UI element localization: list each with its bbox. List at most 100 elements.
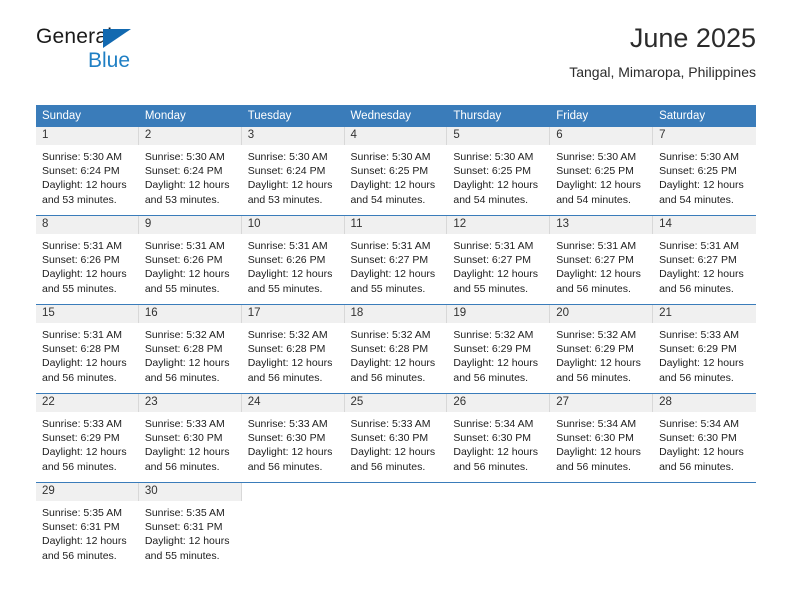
daylight-text-line1: Daylight: 12 hours <box>556 268 641 281</box>
calendar-day-cell[interactable]: 13 Sunrise: 5:31 AM Sunset: 6:27 PM Dayligh… <box>550 215 654 305</box>
weekday-header-wednesday: Wednesday <box>344 105 448 127</box>
daylight-text-line1: Daylight: 12 hours <box>453 446 539 459</box>
calendar-day-cell[interactable]: 20 Sunrise: 5:32 AM Sunset: 6:29 PM Dayligh… <box>550 304 654 394</box>
calendar-day-cell[interactable]: 2 Sunrise: 5:30 AM Sunset: 6:24 PM Daylight… <box>138 127 242 216</box>
sunrise-text: Sunrise: 5:35 AM <box>144 507 225 519</box>
calendar-day-cell[interactable]: 1 Sunrise: 5:30 AM Sunset: 6:24 PM Daylight… <box>36 127 139 216</box>
weekday-header-tuesday: Tuesday <box>241 105 345 127</box>
calendar-day-cell[interactable]: 11 Sunrise: 5:31 AM Sunset: 6:27 PM Dayligh… <box>344 215 448 305</box>
sunset-text: Sunset: 6:28 PM <box>247 343 326 356</box>
day-details: Sunrise: 5:31 AM Sunset: 6:27 PM Daylight:… <box>653 234 756 296</box>
calendar-day-cell[interactable]: 7 Sunrise: 5:30 AM Sunset: 6:25 PM Daylight… <box>653 127 756 216</box>
sunrise-text: Sunrise: 5:31 AM <box>144 240 225 252</box>
day-details: Sunrise: 5:30 AM Sunset: 6:25 PM Daylight:… <box>345 145 448 207</box>
calendar-day-cell[interactable]: 26 Sunrise: 5:34 AM Sunset: 6:30 PM Dayligh… <box>447 393 551 483</box>
calendar-day-cell[interactable]: 12 Sunrise: 5:31 AM Sunset: 6:27 PM Dayligh… <box>447 215 551 305</box>
day-number: 21 <box>653 305 756 323</box>
calendar-day-cell[interactable]: 15 Sunrise: 5:31 AM Sunset: 6:28 PM Dayligh… <box>36 304 139 394</box>
sunset-text: Sunset: 6:30 PM <box>453 432 532 445</box>
calendar-day-cell[interactable]: 23 Sunrise: 5:33 AM Sunset: 6:30 PM Dayligh… <box>138 393 242 483</box>
daylight-text-line1: Daylight: 12 hours <box>453 268 539 281</box>
calendar-day-cell[interactable]: 29 Sunrise: 5:35 AM Sunset: 6:31 PM Dayligh… <box>36 482 139 571</box>
calendar-day-cell[interactable]: 24 Sunrise: 5:33 AM Sunset: 6:30 PM Dayligh… <box>241 393 345 483</box>
day-details: Sunrise: 5:32 AM Sunset: 6:29 PM Daylight:… <box>447 323 550 385</box>
calendar-day-cell[interactable]: 14 Sunrise: 5:31 AM Sunset: 6:27 PM Dayligh… <box>653 215 756 305</box>
day-details: Sunrise: 5:34 AM Sunset: 6:30 PM Daylight:… <box>653 412 756 474</box>
daylight-text-line1: Daylight: 12 hours <box>659 357 744 370</box>
day-details: Sunrise: 5:33 AM Sunset: 6:30 PM Daylight:… <box>139 412 242 474</box>
sunrise-text: Sunrise: 5:33 AM <box>350 418 431 430</box>
sunset-text: Sunset: 6:29 PM <box>453 343 532 356</box>
day-number: 5 <box>447 127 551 145</box>
calendar-day-cell[interactable]: 18 Sunrise: 5:32 AM Sunset: 6:28 PM Dayligh… <box>344 304 448 394</box>
day-details: Sunrise: 5:31 AM Sunset: 6:26 PM Daylight:… <box>139 234 242 296</box>
calendar-day-cell[interactable]: 6 Sunrise: 5:30 AM Sunset: 6:25 PM Daylight… <box>550 127 654 216</box>
daylight-text-line1: Daylight: 12 hours <box>659 446 744 459</box>
day-number: 25 <box>344 394 448 412</box>
day-details: Sunrise: 5:33 AM Sunset: 6:30 PM Daylight:… <box>345 412 448 474</box>
day-number: 15 <box>36 305 139 323</box>
daylight-text-line2: and 56 minutes. <box>144 460 220 473</box>
calendar-day-cell[interactable]: 22 Sunrise: 5:33 AM Sunset: 6:29 PM Dayligh… <box>36 393 139 483</box>
day-number: 4 <box>344 127 448 145</box>
daylight-text-line1: Daylight: 12 hours <box>42 179 127 192</box>
daylight-text-line2: and 56 minutes. <box>453 371 529 384</box>
daylight-text-line2: and 56 minutes. <box>42 371 117 384</box>
day-number <box>653 483 756 501</box>
daylight-text-line2: and 55 minutes. <box>144 549 220 562</box>
day-details: Sunrise: 5:30 AM Sunset: 6:24 PM Daylight:… <box>242 145 345 207</box>
general-blue-logo[interactable]: General Blue <box>36 26 156 82</box>
calendar-day-cell[interactable]: 27 Sunrise: 5:34 AM Sunset: 6:30 PM Dayligh… <box>550 393 654 483</box>
calendar-day-cell[interactable]: 21 Sunrise: 5:33 AM Sunset: 6:29 PM Dayligh… <box>653 304 756 394</box>
calendar-day-cell[interactable]: 28 Sunrise: 5:34 AM Sunset: 6:30 PM Dayligh… <box>653 393 756 483</box>
daylight-text-line1: Daylight: 12 hours <box>144 268 230 281</box>
day-number: 10 <box>241 216 345 234</box>
day-number: 12 <box>447 216 551 234</box>
daylight-text-line1: Daylight: 12 hours <box>42 446 127 459</box>
daylight-text-line2: and 56 minutes. <box>556 371 631 384</box>
day-details: Sunrise: 5:30 AM Sunset: 6:24 PM Daylight:… <box>139 145 242 207</box>
triangle-icon <box>103 29 131 48</box>
calendar-day-cell[interactable]: 17 Sunrise: 5:32 AM Sunset: 6:28 PM Dayligh… <box>241 304 345 394</box>
sunset-text: Sunset: 6:24 PM <box>247 165 326 178</box>
calendar-day-cell[interactable]: 4 Sunrise: 5:30 AM Sunset: 6:25 PM Daylight… <box>344 127 448 216</box>
daylight-text-line1: Daylight: 12 hours <box>42 535 127 548</box>
calendar-day-cell[interactable]: 25 Sunrise: 5:33 AM Sunset: 6:30 PM Dayligh… <box>344 393 448 483</box>
calendar-day-cell[interactable]: 8 Sunrise: 5:31 AM Sunset: 6:26 PM Daylight… <box>36 215 139 305</box>
daylight-text-line1: Daylight: 12 hours <box>247 357 333 370</box>
daylight-text-line2: and 53 minutes. <box>144 193 220 206</box>
day-number: 26 <box>447 394 551 412</box>
sunset-text: Sunset: 6:28 PM <box>144 343 223 356</box>
calendar-day-cell[interactable]: 3 Sunrise: 5:30 AM Sunset: 6:24 PM Daylight… <box>241 127 345 216</box>
calendar-week-row: 22 Sunrise: 5:33 AM Sunset: 6:29 PM Dayligh… <box>36 393 756 483</box>
day-details: Sunrise: 5:32 AM Sunset: 6:28 PM Daylight:… <box>139 323 242 385</box>
day-details: Sunrise: 5:30 AM Sunset: 6:24 PM Daylight:… <box>36 145 139 207</box>
day-number <box>447 483 550 501</box>
sunrise-text: Sunrise: 5:35 AM <box>42 507 122 519</box>
calendar-day-cell[interactable]: 10 Sunrise: 5:31 AM Sunset: 6:26 PM Dayligh… <box>241 215 345 305</box>
calendar-day-cell[interactable]: 30 Sunrise: 5:35 AM Sunset: 6:31 PM Dayligh… <box>138 482 242 571</box>
calendar-day-cell[interactable]: 16 Sunrise: 5:32 AM Sunset: 6:28 PM Dayligh… <box>138 304 242 394</box>
daylight-text-line1: Daylight: 12 hours <box>42 357 127 370</box>
page-title: June 2025 <box>629 23 756 53</box>
day-number: 28 <box>653 394 756 412</box>
sunrise-text: Sunrise: 5:31 AM <box>556 240 637 252</box>
day-details: Sunrise: 5:32 AM Sunset: 6:28 PM Daylight:… <box>242 323 345 385</box>
day-number: 1 <box>36 127 139 145</box>
calendar-day-cell[interactable]: 19 Sunrise: 5:32 AM Sunset: 6:29 PM Dayligh… <box>447 304 551 394</box>
day-details: Sunrise: 5:35 AM Sunset: 6:31 PM Daylight:… <box>36 501 139 563</box>
calendar-day-cell[interactable]: 9 Sunrise: 5:31 AM Sunset: 6:26 PM Daylight… <box>138 215 242 305</box>
daylight-text-line1: Daylight: 12 hours <box>556 179 641 192</box>
day-number: 8 <box>36 216 139 234</box>
location-subtitle: Tangal, Mimaropa, Philippines <box>569 63 756 80</box>
sunrise-text: Sunrise: 5:32 AM <box>556 329 637 341</box>
calendar-day-cell-empty <box>344 482 448 571</box>
sunset-text: Sunset: 6:28 PM <box>350 343 429 356</box>
daylight-text-line1: Daylight: 12 hours <box>42 268 127 281</box>
calendar-day-cell[interactable]: 5 Sunrise: 5:30 AM Sunset: 6:25 PM Daylight… <box>447 127 551 216</box>
daylight-text-line2: and 56 minutes. <box>453 460 529 473</box>
daylight-text-line2: and 55 minutes. <box>350 282 426 295</box>
calendar-day-cell-empty <box>241 482 345 571</box>
day-number: 11 <box>344 216 448 234</box>
daylight-text-line2: and 56 minutes. <box>144 371 220 384</box>
